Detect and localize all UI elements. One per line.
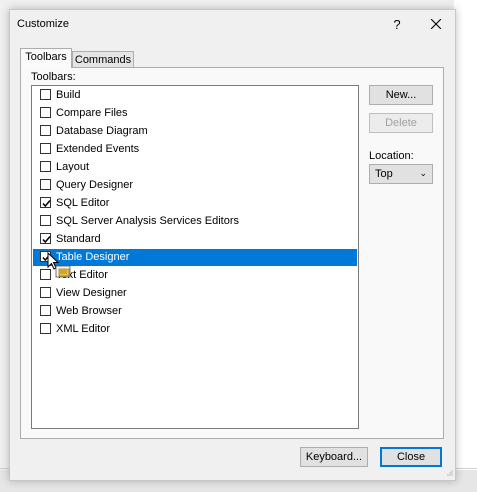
toolbar-checkbox[interactable] — [40, 107, 51, 118]
list-item[interactable]: Standard — [33, 231, 357, 248]
toolbar-checkbox[interactable] — [40, 215, 51, 226]
list-item[interactable]: Extended Events — [33, 141, 357, 158]
tab-toolbars[interactable]: Toolbars — [20, 48, 72, 68]
background-window-edge — [454, 0, 477, 492]
list-item[interactable]: Compare Files — [33, 105, 357, 122]
list-item[interactable]: Build — [33, 87, 357, 104]
toolbar-checkbox[interactable] — [40, 125, 51, 136]
list-item[interactable]: Web Browser — [33, 303, 357, 320]
close-icon[interactable] — [421, 10, 451, 38]
keyboard-button[interactable]: Keyboard... — [300, 447, 368, 467]
dialog-title: Customize — [17, 18, 69, 30]
toolbar-item-label: SQL Server Analysis Services Editors — [56, 215, 239, 227]
toolbar-item-label: Query Designer — [56, 179, 134, 191]
location-label: Location: — [369, 150, 414, 162]
list-item[interactable]: SQL Server Analysis Services Editors — [33, 213, 357, 230]
toolbar-checkbox[interactable] — [40, 323, 51, 334]
resize-grip-icon[interactable] — [447, 470, 453, 476]
toolbars-list[interactable]: Build Compare Files Database Diagram Extend… — [31, 85, 359, 429]
toolbar-item-label: Web Browser — [56, 305, 122, 317]
toolbar-checkbox[interactable] — [40, 143, 51, 154]
drag-cursor-icon — [47, 252, 71, 278]
list-item[interactable]: View Designer — [33, 285, 357, 302]
help-button[interactable]: ? — [382, 10, 412, 38]
list-item[interactable]: SQL Editor — [33, 195, 357, 212]
location-value: Top — [375, 168, 393, 180]
toolbar-item-label: View Designer — [56, 287, 127, 299]
toolbar-item-label: Standard — [56, 233, 101, 245]
toolbar-checkbox[interactable] — [40, 287, 51, 298]
title-bar: Customize ? — [10, 10, 455, 38]
list-item[interactable]: Text Editor — [33, 267, 357, 284]
toolbar-checkbox[interactable] — [40, 233, 51, 244]
toolbar-item-label: Database Diagram — [56, 125, 148, 137]
toolbars-tab-panel: Toolbars: Build Compare Files Database Dia… — [20, 67, 444, 439]
close-button[interactable]: Close — [380, 447, 442, 467]
toolbar-item-label: XML Editor — [56, 323, 111, 335]
toolbar-checkbox[interactable] — [40, 197, 51, 208]
toolbar-checkbox[interactable] — [40, 161, 51, 172]
list-item[interactable]: Query Designer — [33, 177, 357, 194]
location-dropdown[interactable]: Top ⌄ — [369, 164, 433, 184]
toolbar-checkbox[interactable] — [40, 305, 51, 316]
toolbar-item-label: Extended Events — [56, 143, 140, 155]
list-item[interactable]: Layout — [33, 159, 357, 176]
toolbar-item-label: Compare Files — [56, 107, 128, 119]
toolbars-list-label: Toolbars: — [31, 71, 76, 83]
toolbar-checkbox[interactable] — [40, 179, 51, 190]
new-button[interactable]: New... — [369, 85, 433, 105]
toolbar-item-label: Layout — [56, 161, 90, 173]
chevron-down-icon: ⌄ — [419, 168, 427, 178]
toolbar-checkbox[interactable] — [40, 89, 51, 100]
toolbar-item-label: Build — [56, 89, 81, 101]
customize-dialog: Customize ? Toolbars Commands Toolbars: … — [9, 9, 456, 481]
list-item[interactable]: XML Editor — [33, 321, 357, 338]
list-item[interactable]: Database Diagram — [33, 123, 357, 140]
toolbar-item-label: SQL Editor — [56, 197, 110, 209]
list-item[interactable]: Table Designer — [33, 249, 357, 266]
delete-button[interactable]: Delete — [369, 113, 433, 133]
